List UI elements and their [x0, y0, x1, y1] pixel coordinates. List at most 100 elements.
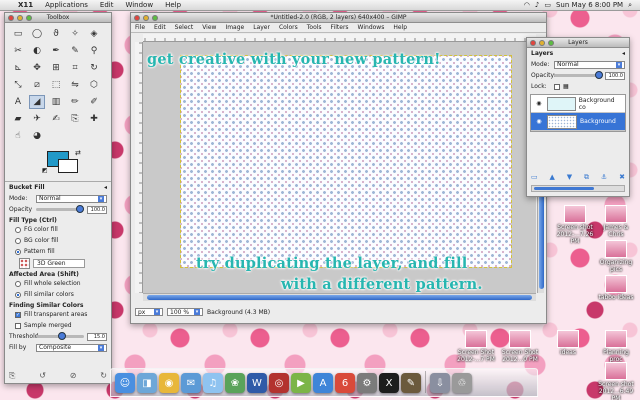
close-button[interactable]	[8, 14, 14, 21]
foreground-select-icon[interactable]: ◐	[29, 44, 45, 58]
fill-fg-option[interactable]: FG color fill	[5, 224, 111, 235]
wifi-icon[interactable]: ◠	[524, 1, 530, 9]
minimize-button[interactable]	[17, 14, 23, 21]
raise-layer-icon[interactable]: ▲	[550, 173, 555, 182]
radio-icon[interactable]	[15, 226, 21, 233]
clone-icon[interactable]: ⎘	[67, 112, 83, 126]
vertical-ruler[interactable]	[135, 42, 143, 293]
system-prefs-icon[interactable]: ⚙	[357, 373, 377, 393]
background-color-swatch[interactable]	[58, 159, 78, 173]
ical-icon[interactable]: 6	[335, 373, 355, 393]
toolbox-titlebar[interactable]: Toolbox	[5, 13, 111, 23]
panel-menu-icon[interactable]: ◂	[622, 50, 625, 57]
scissors-icon[interactable]: ✂	[10, 44, 26, 58]
layer-mode-select[interactable]: Normal ▾	[554, 60, 625, 69]
word-icon[interactable]: W	[247, 373, 267, 393]
fuzzy-select-icon[interactable]: ✧	[67, 27, 83, 41]
menu-window[interactable]: Window	[119, 1, 159, 9]
menu-file[interactable]: File	[135, 24, 145, 31]
scale-icon[interactable]: ⤡	[10, 78, 26, 92]
desktop-icon[interactable]: Screen shot 2012-...7.26 PM	[555, 205, 595, 245]
radio-icon[interactable]	[15, 291, 21, 298]
menu-colors[interactable]: Colors	[279, 24, 298, 31]
menu-windows[interactable]: Windows	[358, 24, 385, 31]
menu-view[interactable]: View	[202, 24, 216, 31]
paintbrush-icon[interactable]: ✐	[86, 95, 102, 109]
finder-icon[interactable]: ☺	[115, 373, 135, 393]
radio-icon[interactable]	[15, 248, 21, 255]
fill-by-select[interactable]: Composite ▾	[36, 343, 107, 352]
airbrush-icon[interactable]: ✈	[29, 112, 45, 126]
perspective-icon[interactable]: ⬚	[48, 78, 64, 92]
affected-similar-option[interactable]: Fill similar colors	[5, 289, 111, 300]
paths-icon[interactable]: ✒	[48, 44, 64, 58]
desktop-icon[interactable]: ideas	[548, 330, 588, 356]
checkbox-icon[interactable]: ✓	[15, 311, 21, 318]
fill-bg-option[interactable]: BG color fill	[5, 235, 111, 246]
trash-icon[interactable]: ♲	[452, 373, 472, 393]
lower-layer-icon[interactable]: ▼	[567, 173, 572, 182]
lock-pixels-checkbox[interactable]	[554, 83, 560, 90]
layer-opacity-slider[interactable]	[554, 71, 603, 79]
layers-scrollbar[interactable]	[531, 185, 625, 192]
horizontal-ruler[interactable]	[143, 34, 536, 42]
ellipse-select-icon[interactable]: ◯	[29, 27, 45, 41]
desktop-icon[interactable]: Screen Shot 2012...0 PM	[500, 330, 540, 363]
text-icon[interactable]: A	[10, 95, 26, 109]
rotate-icon[interactable]: ↻	[86, 61, 102, 75]
radio-icon[interactable]	[15, 237, 21, 244]
menu-image[interactable]: Image	[225, 24, 244, 31]
layer-item-selected[interactable]: ◉ Background	[531, 113, 625, 131]
eraser-icon[interactable]: ▰	[10, 112, 26, 126]
x11-icon[interactable]: X	[379, 373, 399, 393]
fill-transparent-option[interactable]: ✓ Fill transparent areas	[5, 309, 111, 320]
gimp-icon[interactable]: ✎	[401, 373, 421, 393]
swap-colors-icon[interactable]: ⇄	[75, 149, 81, 157]
radio-icon[interactable]	[15, 280, 21, 287]
pattern-picker[interactable]: 3D Green	[19, 257, 111, 269]
image-canvas[interactable]	[180, 55, 512, 268]
photobooth-icon[interactable]: ◎	[269, 373, 289, 393]
checkbox-icon[interactable]	[15, 322, 21, 329]
layers-titlebar[interactable]: Layers	[527, 38, 629, 48]
rect-select-icon[interactable]: ▭	[10, 27, 26, 41]
layer-opacity-value[interactable]: 100.0	[605, 71, 625, 80]
volume-icon[interactable]: ♪	[535, 1, 539, 9]
flip-icon[interactable]: ⇋	[67, 78, 83, 92]
desktop-icon[interactable]: Organizing pics	[596, 240, 636, 273]
lock-alpha-icon[interactable]: ▦	[563, 83, 569, 90]
delete-options-icon[interactable]: ⊘	[70, 371, 77, 381]
mode-select[interactable]: Normal ▾	[36, 194, 107, 203]
lasso-icon[interactable]: ϑ	[48, 27, 64, 41]
smudge-icon[interactable]: ☝	[10, 129, 26, 143]
threshold-slider[interactable]	[36, 332, 84, 340]
opacity-value[interactable]: 100.0	[87, 205, 107, 214]
minimize-button[interactable]	[143, 14, 149, 21]
visibility-eye-icon[interactable]: ◉	[534, 100, 544, 107]
color-picker-icon[interactable]: ✎	[67, 44, 83, 58]
crop-icon[interactable]: ⌗	[67, 61, 83, 75]
desktop-icon[interactable]: Screen shot 2012...6.49 PM	[596, 362, 636, 400]
visibility-eye-icon[interactable]: ◉	[534, 118, 544, 125]
menu-tools[interactable]: Tools	[307, 24, 322, 31]
desktop-icon[interactable]: James & Chris	[596, 205, 636, 238]
zoom-button[interactable]	[548, 39, 554, 46]
bucket-fill-icon[interactable]: ◢	[29, 95, 45, 109]
zoom-icon[interactable]: ⚲	[86, 44, 102, 58]
slider-handle[interactable]	[594, 71, 603, 79]
search-icon[interactable]: ⌕	[628, 1, 632, 10]
mail-icon[interactable]: ✉	[181, 373, 201, 393]
itunes-icon[interactable]: ♫	[203, 373, 223, 393]
scroll-thumb[interactable]	[147, 295, 532, 300]
menu-layer[interactable]: Layer	[253, 24, 270, 31]
minimize-button[interactable]	[539, 39, 545, 46]
delete-layer-icon[interactable]: ✖	[619, 173, 625, 182]
menu-help[interactable]: Help	[159, 1, 187, 9]
downloads-icon[interactable]: ⇩	[430, 373, 450, 393]
shear-icon[interactable]: ⧄	[29, 78, 45, 92]
dodge-burn-icon[interactable]: ◕	[29, 129, 45, 143]
opacity-slider[interactable]	[36, 205, 85, 213]
ink-icon[interactable]: ✍	[48, 112, 64, 126]
pencil-icon[interactable]: ✏	[67, 95, 83, 109]
move-icon[interactable]: ✥	[29, 61, 45, 75]
